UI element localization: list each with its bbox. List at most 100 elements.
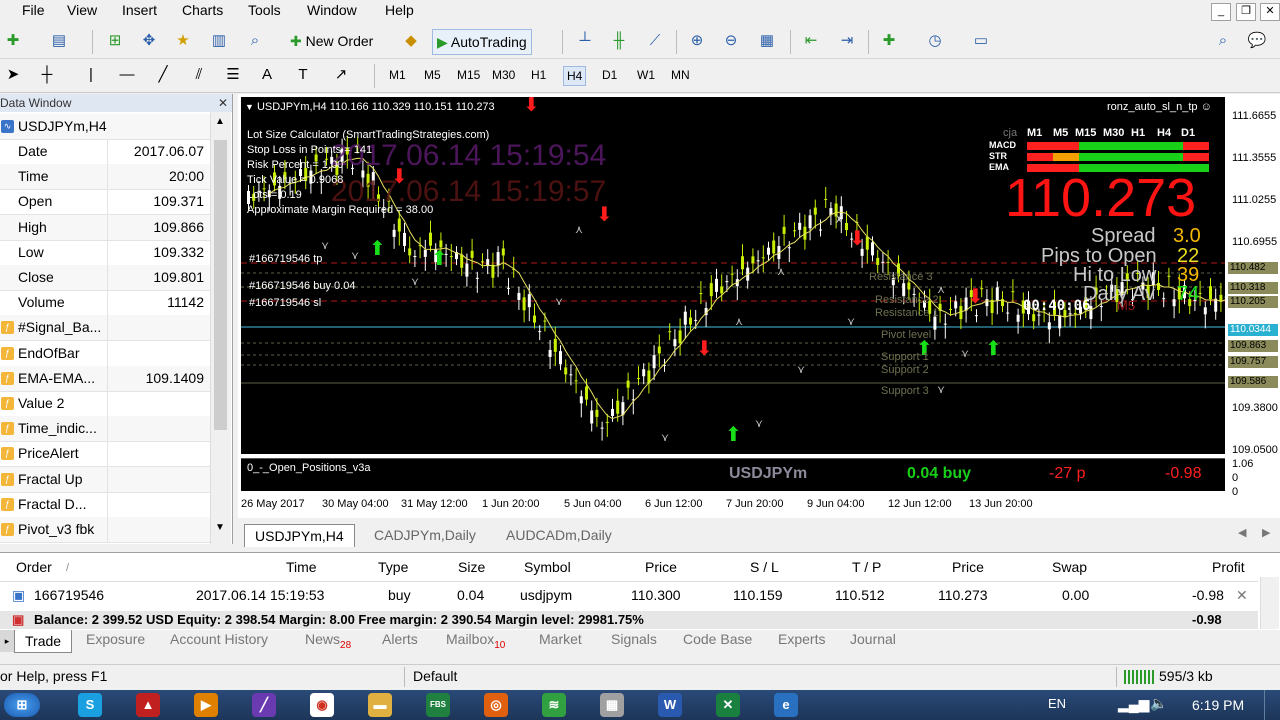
media-player-icon[interactable]: ▶ [194,693,218,717]
minimize-icon[interactable]: _ [1211,3,1231,21]
network-icon[interactable]: ▂▄▆ [1118,696,1149,713]
tab-audcadm-daily[interactable]: AUDCADm,Daily [496,524,622,546]
menu-file[interactable]: File [22,2,45,18]
menu-insert[interactable]: Insert [122,2,157,18]
new-chart-icon[interactable]: ✚ [2,30,24,52]
crosshair-icon[interactable]: ┼ [36,64,58,86]
order-line-sl-label[interactable]: #166719546 sl [249,297,321,309]
zoom-out-icon[interactable]: ⊖ [720,30,742,52]
vertical-line-icon[interactable]: | [80,64,102,86]
scroll-up-icon[interactable]: ▲ [215,116,225,127]
tab-account-history[interactable]: Account History [170,631,268,647]
terminal-icon[interactable]: ▥ [208,30,230,52]
tab-market[interactable]: Market [539,631,582,647]
arrows-icon[interactable]: ↗ [330,64,352,86]
column-symbol[interactable]: Symbol [524,559,571,575]
volume-icon[interactable]: 🔈 [1150,695,1167,712]
scrollbar-thumb[interactable] [214,140,227,430]
navigator-icon[interactable]: ✥ [138,30,160,52]
templates-icon[interactable]: ▭ [970,30,992,52]
fibonacci-icon[interactable]: ☰ [222,64,244,86]
favorites-icon[interactable]: ★ [172,30,194,52]
terminal-scrollbar[interactable] [1260,577,1279,629]
horizontal-line-icon[interactable]: — [116,64,138,86]
autotrading-button[interactable]: ▶ AutoTrading [432,29,532,55]
column-tp[interactable]: T / P [852,559,881,575]
calculator-icon[interactable]: ▦ [600,693,624,717]
restore-icon[interactable]: ❐ [1236,3,1256,21]
timeframe-h1[interactable]: H1 [531,68,546,82]
tab-journal[interactable]: Journal [850,631,896,647]
market-watch-icon[interactable]: ⊞ [104,30,126,52]
menu-charts[interactable]: Charts [182,2,223,18]
menu-tools[interactable]: Tools [248,2,281,18]
chrome-icon[interactable]: ◉ [310,693,334,717]
chat-icon[interactable]: 💬 [1246,30,1268,52]
timeframe-m5[interactable]: M5 [424,68,441,82]
timeframe-d1[interactable]: D1 [602,68,617,82]
close-icon[interactable]: ✕ [1260,3,1280,21]
firefox-icon[interactable]: ◎ [484,693,508,717]
menu-help[interactable]: Help [385,2,414,18]
app-icon[interactable]: ▲ [136,693,160,717]
column-type[interactable]: Type [378,559,408,575]
column-sl[interactable]: S / L [750,559,779,575]
start-button-icon[interactable]: ⊞ [4,693,40,717]
timeframe-w1[interactable]: W1 [637,68,655,82]
column-order[interactable]: Order [16,559,52,575]
tab-code-base[interactable]: Code Base [683,631,752,647]
column-profit[interactable]: Profit [1212,559,1245,575]
show-desktop-button[interactable] [1264,690,1279,720]
text-label-icon[interactable]: T [292,64,314,86]
pen-icon[interactable]: ╱ [252,693,276,717]
order-line-buy-label[interactable]: #166719546 buy 0.04 [249,280,355,292]
candlestick-icon[interactable]: ╫ [608,30,630,52]
tile-windows-icon[interactable]: ▦ [756,30,778,52]
bar-chart-icon[interactable]: ┴ [574,30,596,52]
equidistant-channel-icon[interactable]: ⫽ [188,64,210,86]
timeframe-m30[interactable]: M30 [492,68,515,82]
column-current-price[interactable]: Price [952,559,984,575]
cursor-icon[interactable]: ➤ [2,64,24,86]
menu-window[interactable]: Window [307,2,357,18]
tab-scroll-left-icon[interactable]: ◀ [1238,526,1246,539]
periods-icon[interactable]: ◷ [924,30,946,52]
trendline-icon[interactable]: ╱ [152,64,174,86]
column-swap[interactable]: Swap [1052,559,1087,575]
tab-cadjpym-daily[interactable]: CADJPYm,Daily [364,524,486,546]
chart-shift-icon[interactable]: ⇥ [836,30,858,52]
line-chart-icon[interactable]: ⟋ [644,30,666,52]
tab-experts[interactable]: Experts [778,631,825,647]
timeframe-m15[interactable]: M15 [457,68,480,82]
indicators-icon[interactable]: ✚ [878,30,900,52]
column-size[interactable]: Size [458,559,485,575]
timeframe-m1[interactable]: M1 [389,68,406,82]
auto-scroll-icon[interactable]: ⇤ [800,30,822,52]
tab-trade[interactable]: Trade [14,630,73,653]
excel-icon[interactable]: ✕ [716,693,740,717]
close-icon[interactable]: ✕ [218,94,228,112]
metatrader-icon[interactable]: ≋ [542,693,566,717]
tab-scroll-right-icon[interactable]: ▶ [1262,526,1270,539]
column-time[interactable]: Time [286,559,317,575]
menu-view[interactable]: View [67,2,97,18]
open-positions-subwindow[interactable]: 0_-_Open_Positions_v3a USDJPYm 0.04 buy … [241,458,1225,491]
price-chart[interactable]: ⬆ ⬆ ⬆ ⬆ ⬆ ⬇ ⬇ ⬇ ⬇ ⬇ ⬇ ⋎ ⋎ ⋎ ⋎ ⋎ ⋎ ⋎ ⋎ ⋎ ⋎ ⋎ ⋏ ⋏ ⋏ ⋏ ⋏ ▼ USDJPYm,H4… [241,97,1225,454]
tab-exposure[interactable]: Exposure [86,631,145,647]
folder-icon[interactable]: ▬ [368,693,392,717]
word-icon[interactable]: W [658,693,682,717]
tab-alerts[interactable]: Alerts [382,631,418,647]
zoom-in-icon[interactable]: ⊕ [686,30,708,52]
tab-signals[interactable]: Signals [611,631,657,647]
profiles-icon[interactable]: ▤ [48,30,70,52]
tab-mailbox[interactable]: Mailbox10 [446,631,505,651]
column-price[interactable]: Price [645,559,677,575]
timeframe-mn[interactable]: MN [671,68,690,82]
search-icon[interactable]: ⌕ [1212,30,1234,52]
clock[interactable]: 6:19 PM [1192,697,1244,713]
timeframe-h4[interactable]: H4 [563,66,587,86]
tab-news[interactable]: News28 [305,631,351,651]
metaeditor-icon[interactable]: ◆ [400,30,422,52]
order-line-tp-label[interactable]: #166719546 tp [249,253,322,265]
close-order-icon[interactable]: ✕ [1236,587,1248,604]
